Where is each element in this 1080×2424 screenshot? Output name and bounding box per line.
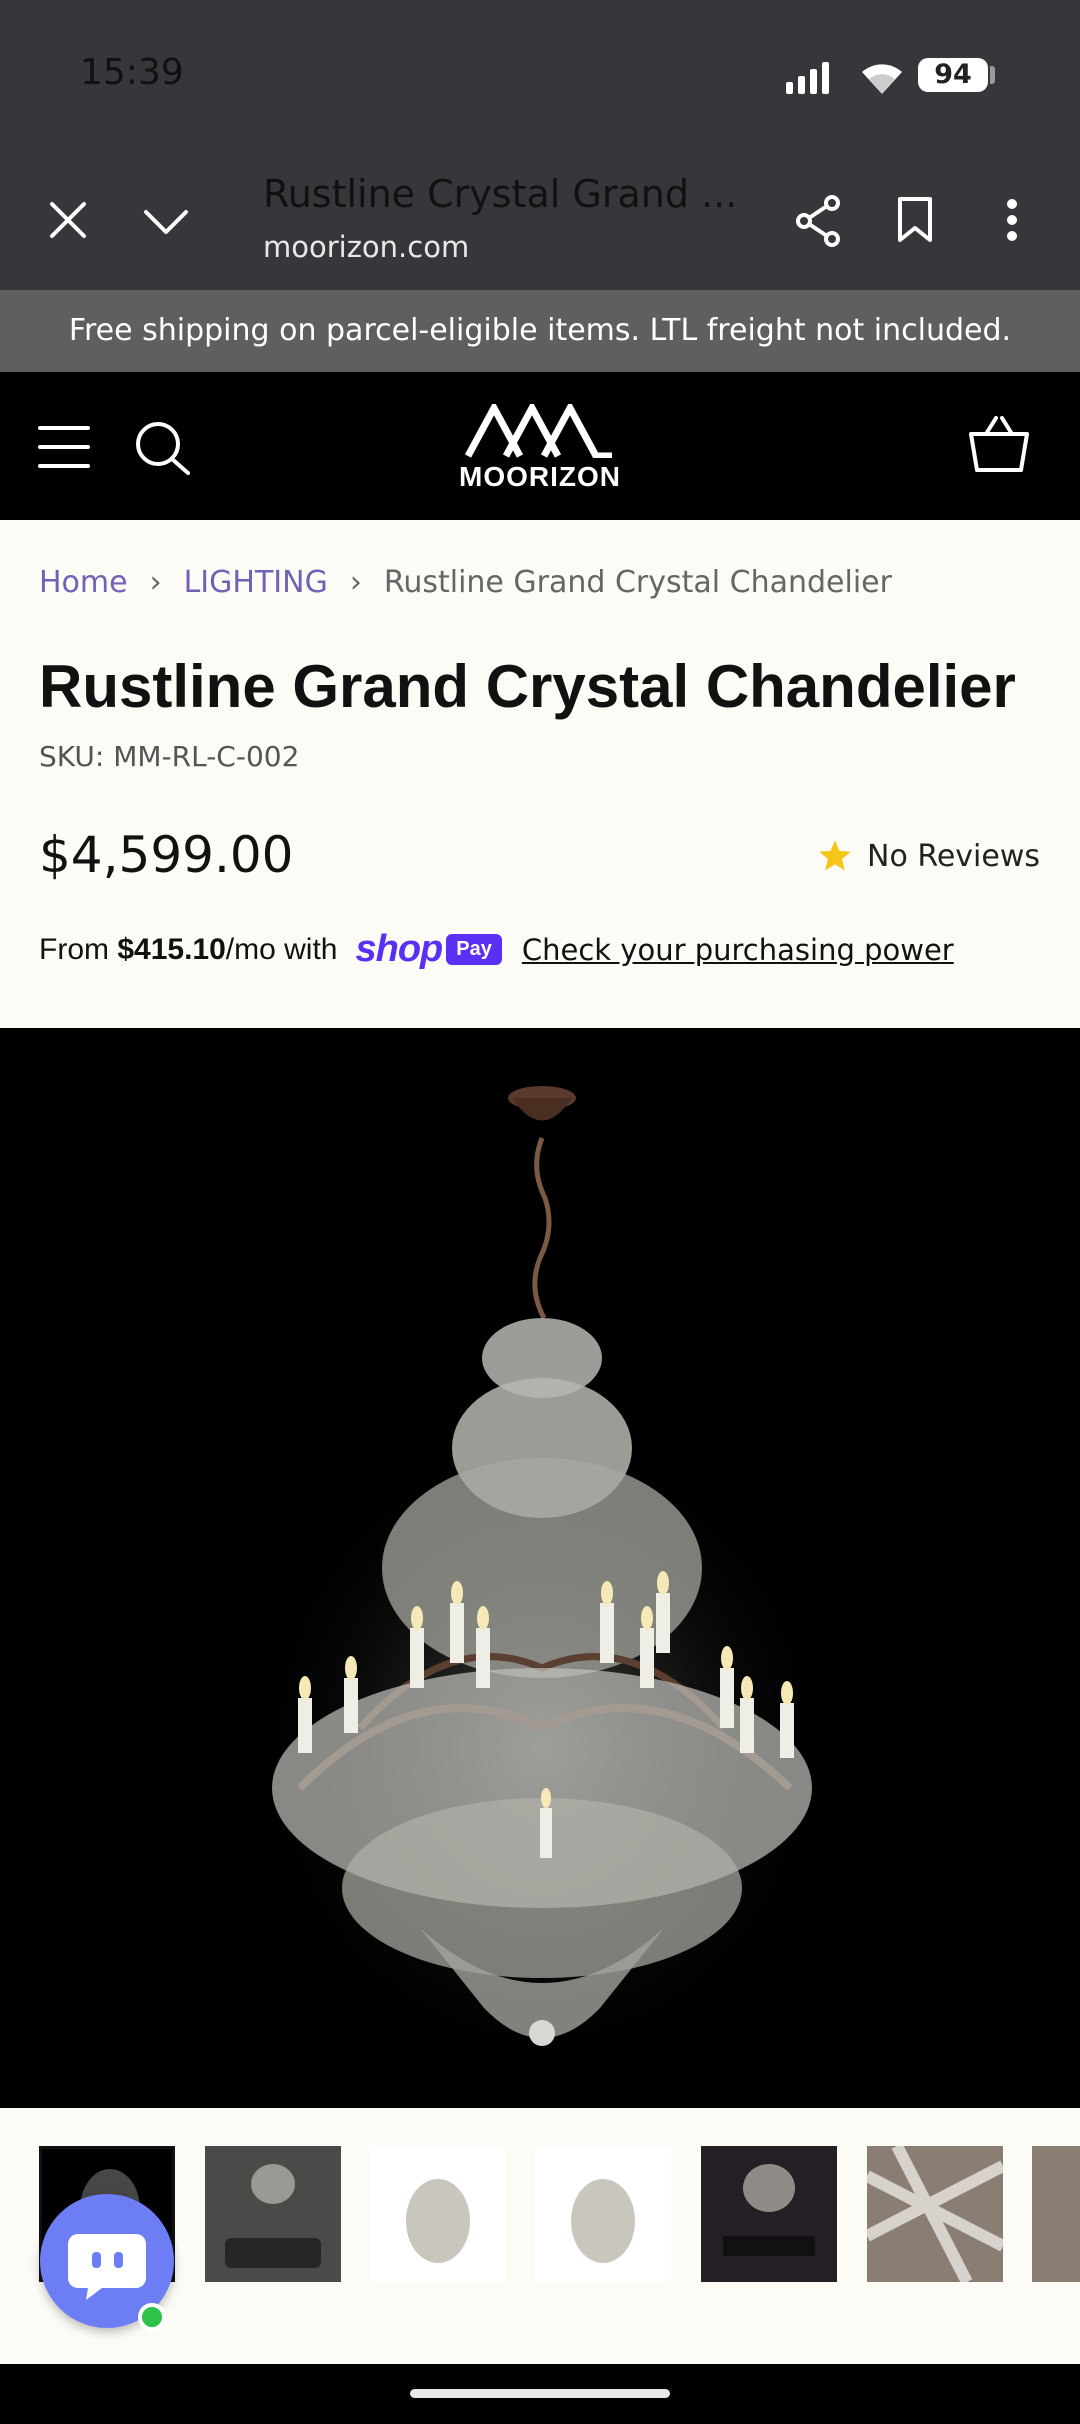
thumbnail-5[interactable] — [701, 2146, 837, 2282]
thumbnail-image — [867, 2146, 1003, 2282]
product-main-image[interactable] — [0, 1028, 1080, 2108]
home-indicator[interactable] — [410, 2389, 670, 2398]
thumbnail-7[interactable] — [1032, 2146, 1080, 2282]
close-icon[interactable] — [48, 200, 88, 240]
reviews-label: No Reviews — [867, 838, 1040, 874]
installment-amount: $415.10 — [117, 932, 226, 966]
reviews-summary[interactable]: No Reviews — [817, 838, 1040, 874]
online-status-dot — [138, 2303, 166, 2331]
chandelier-image — [242, 1086, 842, 2078]
chevron-down-icon[interactable] — [142, 206, 190, 236]
breadcrumb-chevron-icon: › — [149, 565, 162, 600]
thumbnail-4[interactable] — [535, 2146, 671, 2282]
signal-icon — [786, 62, 829, 94]
promo-banner: Free shipping on parcel-eligible items. … — [0, 290, 1080, 372]
breadcrumb-category[interactable]: LIGHTING — [184, 565, 328, 600]
browser-page-title[interactable]: Rustline Crystal Grand ... — [263, 172, 737, 216]
installment-offer: From $415.10/mo with shop Pay Check your … — [39, 928, 954, 971]
thumbnail-image — [225, 2164, 321, 2268]
logo-mark[interactable] — [464, 404, 616, 458]
cart-icon[interactable] — [968, 414, 1030, 474]
shop-pay-badge: Pay — [446, 934, 502, 965]
wifi-icon — [862, 64, 902, 94]
thumbnail-6[interactable] — [867, 2146, 1003, 2282]
thumbnail-image — [406, 2179, 470, 2263]
shop-pay-logo: shop — [355, 928, 444, 970]
check-purchasing-power-link[interactable]: Check your purchasing power — [522, 933, 954, 967]
status-time: 15:39 — [80, 52, 184, 93]
breadcrumb: Home › LIGHTING › Rustline Grand Crystal Cha… — [39, 565, 892, 600]
share-icon[interactable] — [794, 194, 844, 248]
bookmark-icon[interactable] — [896, 196, 934, 244]
site-logo[interactable]: MOORIZON — [0, 461, 1080, 493]
browser-domain[interactable]: moorizon.com — [263, 230, 469, 264]
thumbnail-image — [571, 2179, 635, 2263]
more-vert-icon[interactable] — [1002, 196, 1022, 244]
thumbnail-image — [723, 2164, 815, 2256]
product-title: Rustline Grand Crystal Chandelier — [39, 653, 1016, 720]
breadcrumb-chevron-icon: › — [349, 565, 362, 600]
product-price: $4,599.00 — [39, 826, 294, 884]
breadcrumb-current: Rustline Grand Crystal Chandelier — [383, 565, 892, 600]
star-icon — [819, 840, 851, 871]
breadcrumb-home[interactable]: Home — [39, 565, 128, 600]
battery-tip — [990, 66, 995, 84]
product-sku: SKU: MM-RL-C-002 — [39, 740, 300, 773]
battery-indicator: 94 — [918, 58, 988, 92]
thumbnail-3[interactable] — [370, 2146, 506, 2282]
installment-prefix: From — [39, 932, 109, 966]
installment-suffix: /mo with — [225, 932, 338, 966]
thumbnail-2[interactable] — [205, 2146, 341, 2282]
